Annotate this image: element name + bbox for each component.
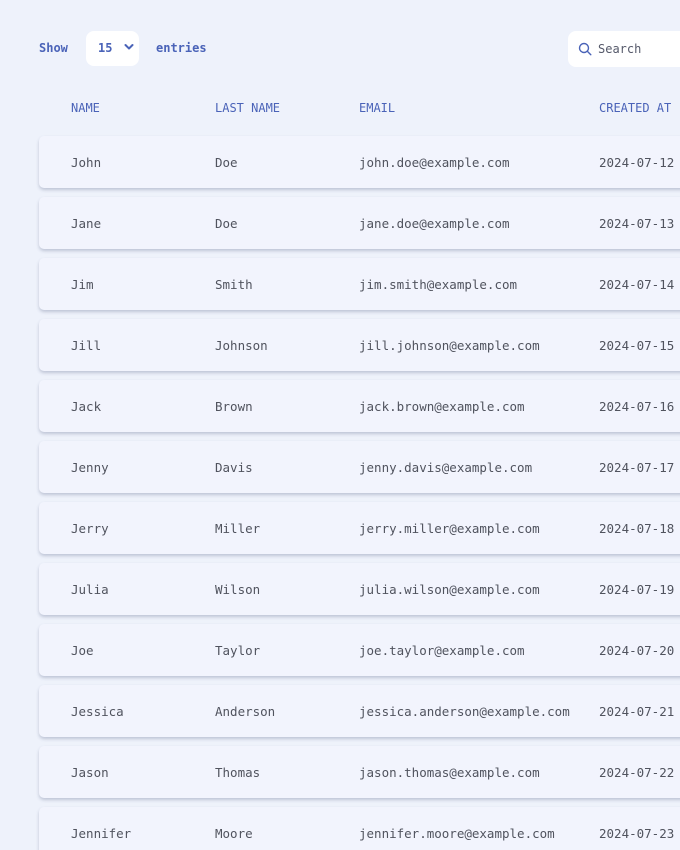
cell-email: joe.taylor@example.com <box>359 643 525 658</box>
search-input[interactable] <box>598 39 680 59</box>
cell-name: Jenny <box>71 460 109 475</box>
search-box[interactable] <box>568 31 680 67</box>
show-label: Show <box>39 41 68 55</box>
cell-email: jennifer.moore@example.com <box>359 826 555 841</box>
cell-last-name: Davis <box>215 460 253 475</box>
cell-email: jerry.miller@example.com <box>359 521 540 536</box>
cell-last-name: Smith <box>215 277 253 292</box>
cell-name: Jerry <box>71 521 109 536</box>
table-header: Name Last Name Email Created At <box>0 101 680 119</box>
cell-email: jack.brown@example.com <box>359 399 525 414</box>
cell-email: jane.doe@example.com <box>359 216 510 231</box>
table-row[interactable]: Joe Taylor joe.taylor@example.com 2024-0… <box>39 624 680 676</box>
cell-name: Jessica <box>71 704 124 719</box>
cell-last-name: Wilson <box>215 582 261 597</box>
cell-name: Jason <box>71 765 109 780</box>
chevron-down-icon <box>124 44 134 50</box>
cell-name: Jane <box>71 216 102 231</box>
cell-name: Joe <box>71 643 94 658</box>
cell-last-name: Moore <box>215 826 253 841</box>
table-controls: Show 15 entries <box>39 31 680 67</box>
cell-last-name: Doe <box>215 155 238 170</box>
cell-created-at: 2024-07-14 <box>599 277 675 292</box>
cell-email: john.doe@example.com <box>359 155 510 170</box>
cell-last-name: Miller <box>215 521 261 536</box>
cell-name: Jack <box>71 399 102 414</box>
cell-email: jason.thomas@example.com <box>359 765 540 780</box>
column-header-created-at[interactable]: Created At <box>599 101 671 115</box>
search-icon <box>578 42 592 56</box>
column-header-name[interactable]: Name <box>71 101 100 115</box>
entries-per-page-select[interactable]: 15 <box>86 31 139 66</box>
cell-created-at: 2024-07-22 <box>599 765 675 780</box>
cell-email: jenny.davis@example.com <box>359 460 533 475</box>
table-row[interactable]: Jane Doe jane.doe@example.com 2024-07-13 <box>39 197 680 249</box>
cell-email: julia.wilson@example.com <box>359 582 540 597</box>
cell-name: Jennifer <box>71 826 132 841</box>
cell-last-name: Brown <box>215 399 253 414</box>
table-body: John Doe john.doe@example.com 2024-07-12… <box>39 136 680 850</box>
table-row[interactable]: Jason Thomas jason.thomas@example.com 20… <box>39 746 680 798</box>
cell-created-at: 2024-07-16 <box>599 399 675 414</box>
table-row[interactable]: Jenny Davis jenny.davis@example.com 2024… <box>39 441 680 493</box>
table-row[interactable]: Jerry Miller jerry.miller@example.com 20… <box>39 502 680 554</box>
cell-email: jill.johnson@example.com <box>359 338 540 353</box>
page: Show 15 entries Name Last Name Email Cre… <box>0 0 680 850</box>
table-row[interactable]: Julia Wilson julia.wilson@example.com 20… <box>39 563 680 615</box>
table-row[interactable]: John Doe john.doe@example.com 2024-07-12 <box>39 136 680 188</box>
cell-last-name: Johnson <box>215 338 268 353</box>
cell-last-name: Thomas <box>215 765 261 780</box>
cell-created-at: 2024-07-20 <box>599 643 675 658</box>
column-header-last-name[interactable]: Last Name <box>215 101 280 115</box>
entries-select-value: 15 <box>98 41 113 55</box>
cell-name: Jill <box>71 338 102 353</box>
cell-created-at: 2024-07-15 <box>599 338 675 353</box>
table-row[interactable]: Jill Johnson jill.johnson@example.com 20… <box>39 319 680 371</box>
cell-email: jim.smith@example.com <box>359 277 518 292</box>
cell-created-at: 2024-07-17 <box>599 460 675 475</box>
cell-last-name: Anderson <box>215 704 276 719</box>
cell-name: Julia <box>71 582 109 597</box>
table-row[interactable]: Jennifer Moore jennifer.moore@example.co… <box>39 807 680 850</box>
cell-created-at: 2024-07-18 <box>599 521 675 536</box>
cell-last-name: Doe <box>215 216 238 231</box>
cell-created-at: 2024-07-12 <box>599 155 675 170</box>
cell-created-at: 2024-07-21 <box>599 704 675 719</box>
column-header-email[interactable]: Email <box>359 101 395 115</box>
cell-email: jessica.anderson@example.com <box>359 704 570 719</box>
entries-label: entries <box>156 41 207 55</box>
cell-name: Jim <box>71 277 94 292</box>
cell-created-at: 2024-07-19 <box>599 582 675 597</box>
table-row[interactable]: Jessica Anderson jessica.anderson@exampl… <box>39 685 680 737</box>
cell-last-name: Taylor <box>215 643 261 658</box>
table-row[interactable]: Jim Smith jim.smith@example.com 2024-07-… <box>39 258 680 310</box>
cell-name: John <box>71 155 102 170</box>
table-row[interactable]: Jack Brown jack.brown@example.com 2024-0… <box>39 380 680 432</box>
cell-created-at: 2024-07-23 <box>599 826 675 841</box>
cell-created-at: 2024-07-13 <box>599 216 675 231</box>
